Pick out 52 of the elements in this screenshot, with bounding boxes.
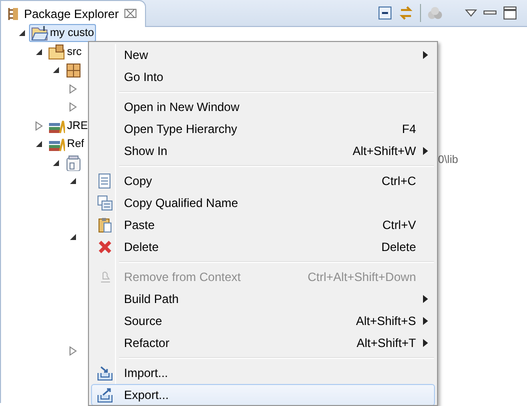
package-icon xyxy=(65,62,82,78)
menu-item[interactable]: Refactor Alt+Shift+T xyxy=(91,332,435,354)
export-icon xyxy=(97,387,113,403)
collapsed-arrow-icon[interactable] xyxy=(69,346,77,356)
folder-icon xyxy=(48,44,65,60)
delete-icon xyxy=(97,239,113,255)
expanded-arrow-icon[interactable] xyxy=(35,140,43,148)
menu-item[interactable]: Show In Alt+Shift+W xyxy=(91,140,435,162)
collapsed-arrow-icon[interactable] xyxy=(35,120,43,131)
import-icon xyxy=(97,365,113,381)
submenu-arrow-icon xyxy=(422,295,428,303)
expanded-arrow-icon[interactable] xyxy=(35,48,43,56)
tree-item[interactable]: my custo xyxy=(29,24,96,42)
menu-item[interactable]: Source Alt+Shift+S xyxy=(91,310,435,332)
copy-icon xyxy=(97,173,113,189)
submenu-arrow-icon xyxy=(422,317,428,325)
tree-item[interactable]: Ref xyxy=(46,135,86,154)
tree-item[interactable]: JRE xyxy=(46,116,90,135)
collapse-all-icon[interactable] xyxy=(378,6,392,20)
menu-item[interactable]: Open in New Window xyxy=(91,96,435,118)
menu-item[interactable]: Import... xyxy=(91,362,435,384)
expanded-arrow-icon[interactable] xyxy=(18,29,26,38)
copy-icon xyxy=(97,195,113,211)
tree-item[interactable]: src xyxy=(46,42,84,61)
menu-item[interactable]: Export... xyxy=(91,384,435,405)
expanded-arrow-icon[interactable] xyxy=(52,158,60,167)
expanded-arrow-icon[interactable] xyxy=(69,177,77,186)
library-icon xyxy=(48,136,65,152)
expanded-arrow-icon[interactable] xyxy=(69,232,77,241)
collapsed-arrow-icon[interactable] xyxy=(69,84,77,94)
menu-item[interactable]: Go Into xyxy=(91,66,435,88)
submenu-arrow-icon xyxy=(422,147,428,155)
close-button[interactable]: ⌧ xyxy=(124,8,138,20)
expanded-arrow-icon[interactable] xyxy=(52,66,60,74)
menu-item[interactable]: Copy Ctrl+C xyxy=(91,170,435,192)
tree-item-text: 0\lib xyxy=(438,152,458,168)
menu-item[interactable]: Copy Qualified Name xyxy=(91,192,435,214)
folder-icon xyxy=(31,25,48,42)
view-tab[interactable]: Package Explorer ⌧ xyxy=(0,0,146,27)
maximize-icon[interactable] xyxy=(503,6,517,20)
submenu-arrow-icon xyxy=(422,339,428,347)
menu-item[interactable]: Paste Ctrl+V xyxy=(91,214,435,236)
menu-item[interactable]: Delete Delete xyxy=(91,236,435,258)
clipboard-icon xyxy=(97,217,113,233)
submenu-arrow-icon xyxy=(422,51,428,59)
hierarchy-icon xyxy=(7,7,19,21)
collapsed-arrow-icon[interactable] xyxy=(69,102,77,112)
menu-item[interactable]: New xyxy=(91,44,435,66)
menu-item[interactable]: Build Path xyxy=(91,288,435,310)
jar-icon xyxy=(65,154,82,171)
menu-item[interactable]: Open Type Hierarchy F4 xyxy=(91,118,435,140)
dropdown-icon[interactable] xyxy=(465,8,477,18)
